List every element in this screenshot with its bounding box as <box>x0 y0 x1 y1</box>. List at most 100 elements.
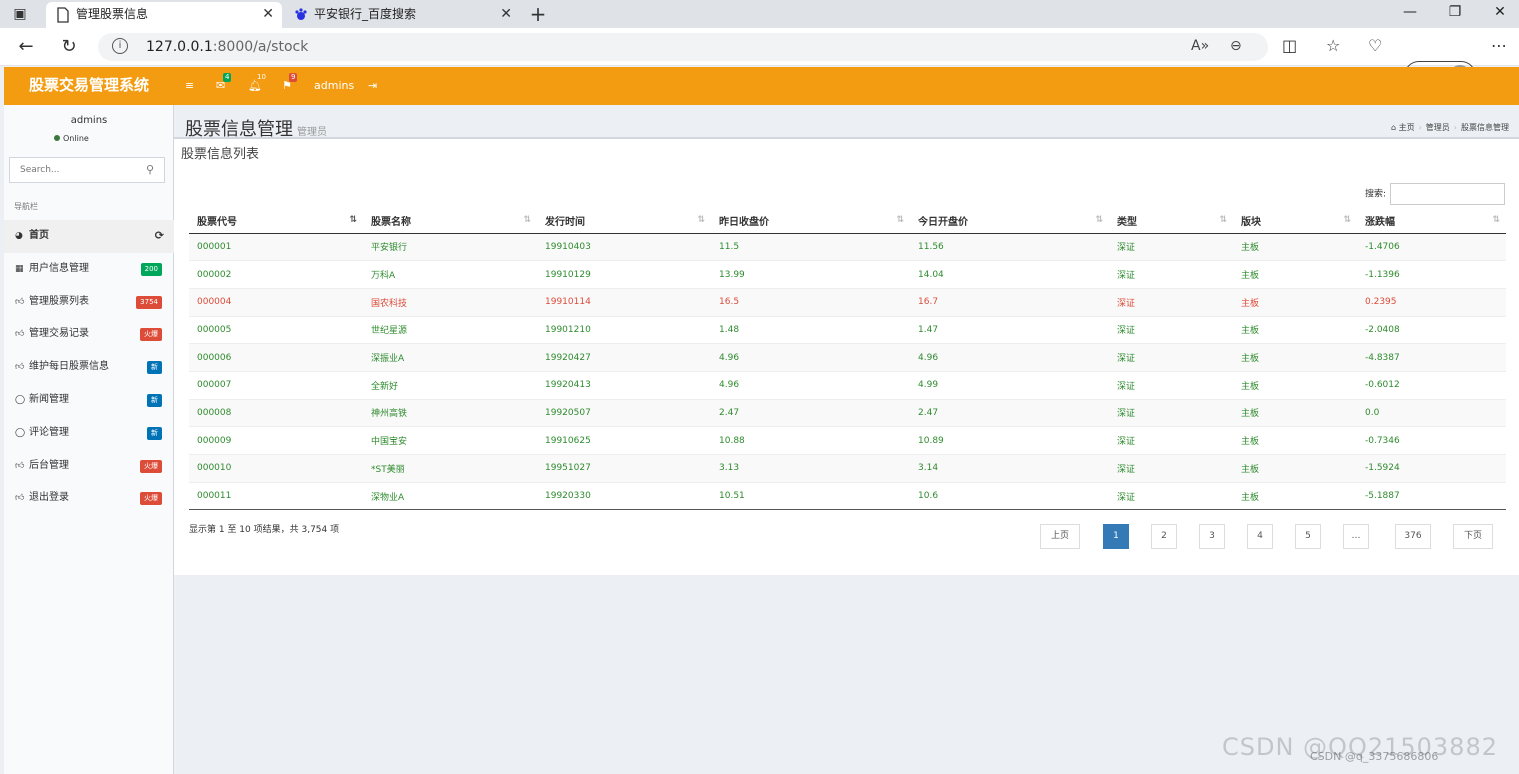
table-cell: 16.5 <box>711 287 910 317</box>
tab-actions-icon[interactable]: ▣ <box>8 4 32 24</box>
refresh-icon[interactable]: ⟳ <box>155 220 164 252</box>
column-header[interactable]: 发行时间 ⇅ <box>537 209 711 234</box>
page-button[interactable]: 376 <box>1395 524 1431 549</box>
sidebar-item-stock-list[interactable]: 👍︎ 管理股票列表 3754 <box>4 286 174 319</box>
table-cell: 14.04 <box>910 260 1109 289</box>
grid-icon: ▦ <box>15 263 24 274</box>
browser-tab[interactable]: 平安银行_百度搜索 ✕ <box>284 2 520 28</box>
table-cell: 深证 <box>1109 426 1233 455</box>
page-button[interactable]: 2 <box>1151 524 1177 549</box>
browser-essentials-icon[interactable]: ♡ <box>1368 36 1382 55</box>
prev-page-button[interactable]: 上页 <box>1040 524 1080 549</box>
header-user[interactable]: admins <box>314 79 354 92</box>
table-row[interactable]: 000007 全新好 19920413 4.96 4.99 深证 主板 -0.6012 <box>189 370 1506 400</box>
close-window-icon[interactable]: ✕ <box>1490 4 1510 20</box>
maximize-icon[interactable]: ❐ <box>1445 4 1465 20</box>
sidebar-item-label: 后台管理 <box>29 459 69 471</box>
search-icon[interactable]: ⚲ <box>146 163 154 176</box>
menu-toggle-icon[interactable]: ≡ <box>185 79 194 92</box>
search-input[interactable] <box>10 158 135 182</box>
tab-close-icon[interactable]: ✕ <box>262 2 274 26</box>
sidebar-item-daily-stock[interactable]: 👍︎ 维护每日股票信息 新 <box>4 351 174 384</box>
sidebar-item-label: 用户信息管理 <box>29 262 89 274</box>
table-cell: 平安银行 <box>363 232 537 261</box>
table-row[interactable]: 000011 深物业A 19920330 10.51 10.6 深证 主板 -5.1887 <box>189 481 1506 511</box>
online-status: Online <box>54 134 89 143</box>
sidebar-badge: 200 <box>140 262 162 276</box>
column-header[interactable]: 昨日收盘价 ⇅ <box>711 209 910 234</box>
filter-input[interactable] <box>1390 183 1505 205</box>
table-cell: 深证 <box>1109 260 1233 289</box>
url-field[interactable]: i 127.0.0.1:8000/a/stock A» ⊖ <box>98 33 1268 61</box>
sidebar-item-user-info[interactable]: ▦ 用户信息管理 200 <box>4 253 174 286</box>
sidebar-item-label: 新闻管理 <box>29 393 69 405</box>
table-cell: -1.4706 <box>1357 232 1506 261</box>
column-header[interactable]: 股票名称 ⇅ <box>363 209 537 234</box>
tab-close-icon[interactable]: ✕ <box>500 2 512 26</box>
column-header[interactable]: 类型 ⇅ <box>1109 209 1233 234</box>
watermark-secondary: CSDN @q_3375686806 <box>1310 750 1439 763</box>
sidebar-item-backend[interactable]: 👍︎ 后台管理 火爆 <box>4 450 174 483</box>
flag-icon[interactable]: ⚑ 9 <box>282 73 298 92</box>
table-row[interactable]: 000009 中国宝安 19910625 10.88 10.89 深证 主板 -0.7346 <box>189 426 1506 455</box>
app-logo[interactable]: 股票交易管理系统 <box>4 67 174 105</box>
breadcrumb-home[interactable]: 主页 <box>1399 123 1415 132</box>
table-row[interactable]: 000008 神州高铁 19920507 2.47 2.47 深证 主板 0.0 <box>189 398 1506 427</box>
favorites-icon[interactable]: ☆ <box>1326 36 1340 55</box>
table-cell: 1.47 <box>910 315 1109 344</box>
table-row[interactable]: 000004 国农科技 19910114 16.5 16.7 深证 主板 0.2395 <box>189 287 1506 317</box>
table-cell: 13.99 <box>711 260 910 289</box>
table-cell: 深证 <box>1109 315 1233 344</box>
page-button[interactable]: 4 <box>1247 524 1273 549</box>
table-cell: 国农科技 <box>363 287 537 317</box>
table-cell: 世纪星源 <box>363 315 537 344</box>
next-page-button[interactable]: 下页 <box>1453 524 1493 549</box>
table-row[interactable]: 000010 *ST美丽 19951027 3.13 3.14 深证 主板 -1.5924 <box>189 454 1506 483</box>
url-host: 127.0.0.1 <box>146 39 213 55</box>
page-button[interactable]: 5 <box>1295 524 1321 549</box>
sidebar-item-comments[interactable]: ◯ 评论管理 新 <box>4 417 174 450</box>
new-tab-button[interactable]: + <box>528 2 548 26</box>
sidebar-item-trade-records[interactable]: 👍︎ 管理交易记录 火爆 <box>4 318 174 351</box>
bell-icon[interactable]: 🔔︎ 10 <box>248 73 268 92</box>
more-icon[interactable]: ⋯ <box>1491 36 1507 55</box>
sidebar-badge: 新 <box>147 426 162 440</box>
browser-tab-active[interactable]: 管理股票信息 ✕ <box>46 2 282 28</box>
page-button[interactable]: 3 <box>1199 524 1225 549</box>
table-row[interactable]: 000002 万科A 19910129 13.99 14.04 深证 主板 -1.1396 <box>189 260 1506 289</box>
read-aloud-icon[interactable]: A» <box>1191 38 1209 54</box>
page-button[interactable]: … <box>1343 524 1369 549</box>
sidebar-item-home[interactable]: ◕ 首页 ⟳ <box>4 220 174 253</box>
table-row[interactable]: 000001 平安银行 19910403 11.5 11.56 深证 主板 -1.4706 <box>189 232 1506 261</box>
table-row[interactable]: 000006 深振业A 19920427 4.96 4.96 深证 主板 -4.8387 <box>189 343 1506 372</box>
table-filter: 搜索: <box>1365 183 1505 205</box>
browser-tab-bar: ▣ 管理股票信息 ✕ 平安银行_百度搜索 ✕ + — ❐ ✕ <box>0 0 1519 28</box>
table-cell: 11.5 <box>711 232 910 261</box>
table-cell: 10.89 <box>910 426 1109 455</box>
column-header[interactable]: 今日开盘价 ⇅ <box>910 209 1109 234</box>
minimize-icon[interactable]: — <box>1400 4 1420 20</box>
table-row[interactable]: 000005 世纪星源 19901210 1.48 1.47 深证 主板 -2.0408 <box>189 315 1506 344</box>
column-header[interactable]: 版块 ⇅ <box>1233 209 1357 234</box>
mail-icon[interactable]: ✉ 4 <box>216 73 232 92</box>
logout-icon[interactable]: ⇥ <box>368 79 377 92</box>
sidebar-badge: 火爆 <box>140 492 162 506</box>
column-header[interactable]: 股票代号 ⇅ <box>189 209 363 234</box>
refresh-icon[interactable]: ↻ <box>57 36 81 58</box>
sort-icon: ⇅ <box>1219 215 1227 225</box>
zoom-icon[interactable]: ⊖ <box>1230 38 1242 54</box>
main-content: 股票信息管理 管理员 ⌂ 主页 › 管理员 › 股票信息管理 股票信息列表 搜索: 股票代… <box>174 105 1519 774</box>
page-button[interactable]: 1 <box>1103 524 1129 549</box>
column-header[interactable]: 涨跌幅 ⇅ <box>1357 209 1506 234</box>
table-cell: 0.2395 <box>1357 287 1506 317</box>
site-info-icon[interactable]: i <box>112 38 128 54</box>
split-screen-icon[interactable]: ◫ <box>1282 36 1297 55</box>
table-cell: 全新好 <box>363 370 537 400</box>
back-icon[interactable]: ← <box>14 36 38 58</box>
thumbs-up-icon: 👍︎ <box>15 329 25 340</box>
breadcrumb-admin[interactable]: 管理员 <box>1426 123 1450 132</box>
sidebar-item-logout[interactable]: 👍︎ 退出登录 火爆 <box>4 482 174 515</box>
sidebar-item-news[interactable]: ◯ 新闻管理 新 <box>4 384 174 417</box>
table-cell: 19910129 <box>537 260 711 289</box>
table-cell: -0.6012 <box>1357 370 1506 400</box>
